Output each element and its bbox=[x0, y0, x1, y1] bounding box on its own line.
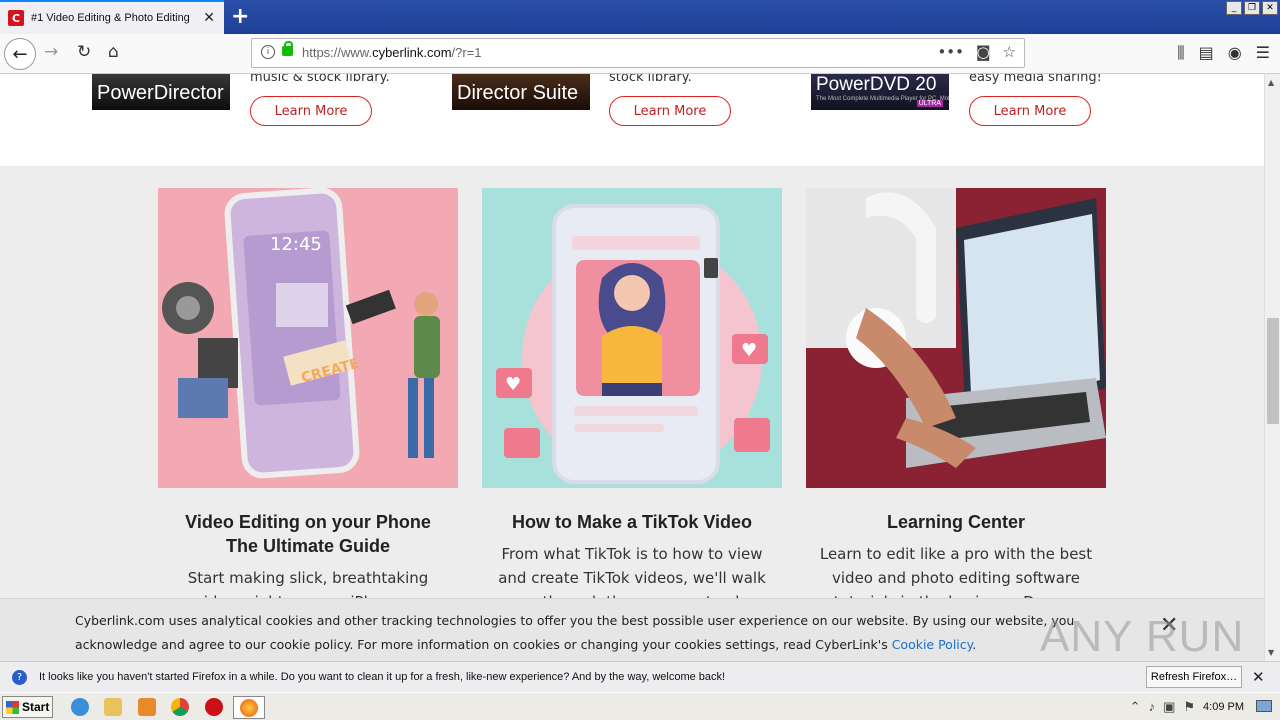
product-description: easy media sharing! bbox=[969, 74, 1102, 85]
action-center-flag-icon[interactable]: ⚑ bbox=[1183, 699, 1195, 715]
pocket-icon[interactable]: ◙ bbox=[976, 43, 991, 61]
home-button[interactable]: ⌂ bbox=[108, 42, 119, 62]
article-title[interactable]: How to Make a TikTok Video bbox=[482, 510, 782, 534]
library-icon[interactable]: ⫼ bbox=[1177, 43, 1184, 63]
scroll-down-arrow-icon[interactable]: ▼ bbox=[1268, 648, 1274, 657]
question-icon: ? bbox=[12, 670, 27, 685]
tab-title: #1 Video Editing & Photo Editing So bbox=[31, 12, 191, 24]
svg-text:♥: ♥ bbox=[505, 374, 521, 395]
powerdirector-logo[interactable]: PowerDirector bbox=[92, 74, 230, 110]
restore-button[interactable]: ❐ bbox=[1244, 1, 1260, 15]
svg-text:♥: ♥ bbox=[741, 340, 757, 361]
page-actions-icon[interactable]: ••• bbox=[937, 43, 964, 61]
secure-lock-icon bbox=[282, 41, 293, 56]
page-scrollbar[interactable]: ▲ ▼ bbox=[1264, 74, 1280, 661]
powerdvd-logo[interactable]: PowerDVD 20 The Most Complete Multimedia … bbox=[811, 74, 949, 110]
learn-more-button-powerdirector[interactable]: Learn More bbox=[250, 96, 372, 126]
notification-close-icon[interactable]: ✕ bbox=[1252, 668, 1265, 686]
product-description: music & stock library. bbox=[250, 74, 390, 85]
file-explorer-icon[interactable] bbox=[104, 698, 122, 716]
windows-taskbar: Start ⌃ ♪ ▣ ⚑ 4:09 PM bbox=[0, 692, 1280, 720]
start-button[interactable]: Start bbox=[2, 696, 53, 718]
close-window-button[interactable]: ✕ bbox=[1262, 1, 1278, 15]
article-card-learning-center[interactable]: Learning Center Learn to edit like a pro… bbox=[806, 188, 1106, 614]
browser-tab-active[interactable]: C #1 Video Editing & Photo Editing So ✕ bbox=[0, 0, 224, 34]
site-info-icon[interactable]: i bbox=[261, 45, 275, 59]
media-player-icon[interactable] bbox=[138, 698, 156, 716]
url-bar[interactable]: i https://www.cyberlink.com/?r=1 ••• ◙ ☆ bbox=[251, 38, 1025, 68]
bookmark-star-icon[interactable]: ☆ bbox=[1003, 43, 1016, 61]
tiktok-illustration[interactable]: ♥ ♥ bbox=[482, 188, 782, 488]
article-title[interactable]: Learning Center bbox=[806, 510, 1106, 534]
window-controls: _ ❐ ✕ bbox=[1226, 1, 1278, 15]
phone-editing-illustration[interactable]: 12:45 CREATE bbox=[158, 188, 458, 488]
director-suite-logo[interactable]: Director Suite bbox=[452, 74, 590, 110]
articles-section: 12:45 CREATE Video Editing on your Phone… bbox=[0, 166, 1264, 661]
learning-center-photo[interactable] bbox=[806, 188, 1106, 488]
new-tab-button[interactable]: + bbox=[231, 4, 249, 29]
reload-button[interactable]: ↻ bbox=[77, 42, 91, 62]
menu-icon[interactable]: ☰ bbox=[1256, 43, 1270, 63]
anyrun-watermark: ANY RUN bbox=[1040, 612, 1245, 661]
cookie-text: Cyberlink.com uses analytical cookies an… bbox=[75, 613, 1075, 652]
learn-more-button-powerdvd[interactable]: Learn More bbox=[969, 96, 1091, 126]
svg-text:12:45: 12:45 bbox=[270, 234, 322, 255]
opera-icon[interactable] bbox=[205, 698, 223, 716]
cookie-policy-link[interactable]: Cookie Policy bbox=[892, 637, 973, 652]
network-icon[interactable]: ▣ bbox=[1163, 699, 1175, 715]
volume-icon[interactable]: ♪ bbox=[1149, 699, 1156, 714]
account-icon[interactable]: ◉ bbox=[1228, 43, 1242, 63]
windows-logo-icon bbox=[6, 700, 19, 714]
chrome-icon[interactable] bbox=[171, 698, 189, 716]
notification-text: It looks like you haven't started Firefo… bbox=[39, 671, 726, 683]
minimize-button[interactable]: _ bbox=[1226, 1, 1242, 15]
article-title[interactable]: Video Editing on your Phone The Ultimate… bbox=[158, 510, 458, 558]
product-description: stock library. bbox=[609, 74, 692, 85]
navigation-toolbar: ← → ↻ ⌂ i https://www.cyberlink.com/?r=1… bbox=[0, 34, 1280, 74]
show-desktop-icon[interactable] bbox=[1256, 700, 1272, 712]
scroll-thumb[interactable] bbox=[1267, 318, 1279, 424]
firefox-taskbar-button[interactable] bbox=[233, 696, 265, 719]
cyberlink-favicon-icon: C bbox=[8, 10, 24, 26]
article-card-phone-editing[interactable]: 12:45 CREATE Video Editing on your Phone… bbox=[158, 188, 458, 638]
window-titlebar: C #1 Video Editing & Photo Editing So ✕ … bbox=[0, 0, 1280, 34]
scroll-up-arrow-icon[interactable]: ▲ bbox=[1268, 78, 1274, 87]
learn-more-button-director-suite[interactable]: Learn More bbox=[609, 96, 731, 126]
forward-button[interactable]: → bbox=[44, 42, 58, 62]
tab-close-icon[interactable]: ✕ bbox=[203, 10, 215, 26]
internet-explorer-icon[interactable] bbox=[71, 698, 89, 716]
sidebar-icon[interactable]: ▤ bbox=[1199, 43, 1214, 63]
web-page: PowerDirector music & stock library. Lea… bbox=[0, 74, 1264, 661]
article-card-tiktok[interactable]: ♥ ♥ How to Make a TikTok Video From what… bbox=[482, 188, 782, 638]
url-text[interactable]: https://www.cyberlink.com/?r=1 bbox=[302, 45, 482, 60]
refresh-firefox-button[interactable]: Refresh Firefox… bbox=[1146, 666, 1242, 688]
products-section: PowerDirector music & stock library. Lea… bbox=[0, 74, 1264, 166]
clock[interactable]: 4:09 PM bbox=[1203, 701, 1244, 713]
firefox-refresh-notification: ? It looks like you haven't started Fire… bbox=[0, 661, 1280, 692]
firefox-icon bbox=[240, 699, 258, 717]
back-button[interactable]: ← bbox=[4, 38, 36, 70]
tray-expand-icon[interactable]: ⌃ bbox=[1130, 699, 1141, 715]
